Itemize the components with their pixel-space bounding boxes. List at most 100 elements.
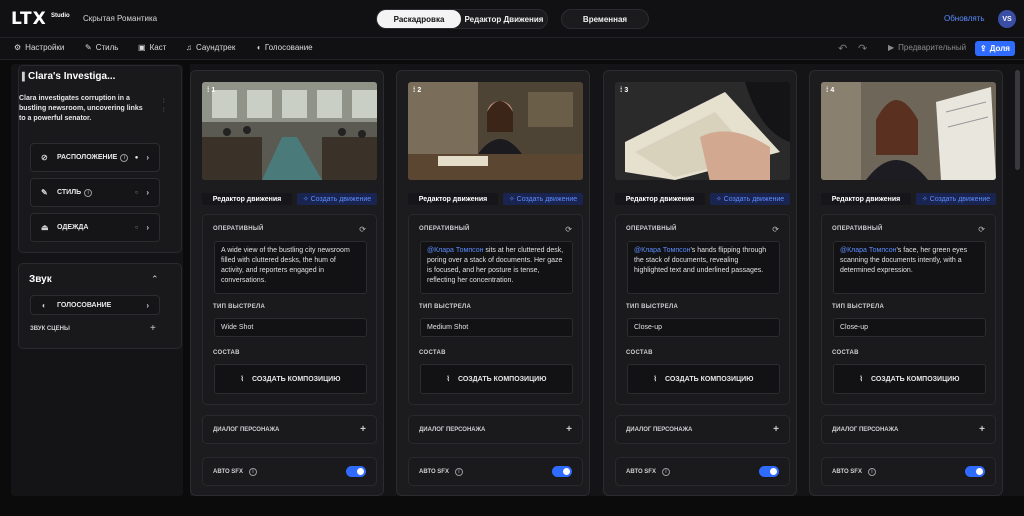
style-button[interactable]: ✎ Стиль <box>85 43 118 52</box>
character-dialog-row[interactable]: ДИАЛОГ ПЕРСОНАЖА + <box>821 415 996 444</box>
info-icon[interactable]: i <box>120 153 129 162</box>
create-composition-button[interactable]: ⌇ СОЗДАТЬ КОМПОЗИЦИЮ <box>627 364 780 394</box>
drag-handle-icon[interactable]: ⁞ <box>413 87 415 94</box>
create-motion-button[interactable]: ✧ Создать движение <box>297 193 377 205</box>
brush-icon: ✎ <box>41 188 48 197</box>
add-scene-sound-button[interactable]: + <box>150 323 156 334</box>
vertical-scrollbar[interactable] <box>1015 70 1020 170</box>
voiceover-row[interactable]: ◖ ГОЛОСОВАНИЕ › <box>30 295 160 315</box>
drag-handle-icon[interactable]: ⁞ <box>620 87 622 94</box>
tab-timeline[interactable]: Временная <box>561 9 649 29</box>
sidebar-item-wardrobe[interactable]: ⏏ ОДЕЖДА ○ › <box>30 213 160 242</box>
create-motion-button[interactable]: ✧ Создать движение <box>710 193 790 205</box>
sparkle-icon: ✧ <box>715 196 724 203</box>
redo-icon[interactable]: ↷ <box>858 42 867 55</box>
share-button[interactable]: ⇪ Доля <box>975 41 1015 56</box>
drag-handle-icon[interactable]: ⁞ <box>207 87 209 94</box>
regenerate-icon[interactable]: ⟳ <box>565 225 572 234</box>
shot-card[interactable]: ⁞ 1 Редактор движения ✧ Создать движение … <box>190 70 384 496</box>
character-dialog-row[interactable]: ДИАЛОГ ПЕРСОНАЖА + <box>615 415 790 444</box>
chevron-right-icon: › <box>146 300 149 310</box>
project-title[interactable]: Скрытая Романтика <box>83 14 157 23</box>
shot-type-field[interactable]: Close-up <box>627 318 780 337</box>
shot-thumbnail[interactable]: ⁞ 1 <box>202 82 377 180</box>
character-dialog-row[interactable]: ДИАЛОГ ПЕРСОНАЖА + <box>202 415 377 444</box>
scene-title[interactable]: Clara's Investiga... <box>28 71 115 82</box>
tab-motion-editor[interactable]: Редактор Движения <box>461 10 547 28</box>
logo-studio-text: Studio <box>51 13 70 19</box>
info-icon[interactable]: i <box>454 467 463 476</box>
ltx-logo[interactable]: LTX <box>11 9 47 29</box>
shot-thumbnail[interactable]: ⁞ 4 <box>821 82 996 180</box>
info-icon[interactable]: i <box>84 188 93 197</box>
shot-type-field[interactable]: Close-up <box>833 318 986 337</box>
prompt-textarea[interactable]: @Клара Томпсон sits at her cluttered des… <box>420 241 573 294</box>
character-mention[interactable]: @Клара Томпсон <box>427 247 483 254</box>
prompt-heading: ОПЕРАТИВНЫЙ <box>626 226 677 232</box>
edit-motion-button[interactable]: Редактор движения <box>202 193 292 205</box>
add-icon[interactable]: + <box>979 424 985 435</box>
prompt-textarea[interactable]: @Клара Томпсон's hands flipping through … <box>627 241 780 294</box>
shot-type-heading: ТИП ВЫСТРЕЛА <box>832 304 885 310</box>
avatar[interactable]: VS <box>998 10 1016 28</box>
shot-thumbnail[interactable]: ⁞ 2 <box>408 82 583 180</box>
drag-handle-icon[interactable]: ⁞ ⁞ <box>163 98 165 116</box>
add-icon[interactable]: + <box>773 424 779 435</box>
add-icon[interactable]: + <box>360 424 366 435</box>
create-motion-button[interactable]: ✧ Создать движение <box>916 193 996 205</box>
shot-type-field[interactable]: Wide Shot <box>214 318 367 337</box>
shot-card[interactable]: ⁞ 2 Редактор движения ✧ Создать движение … <box>396 70 590 496</box>
edit-motion-button[interactable]: Редактор движения <box>408 193 498 205</box>
undo-icon[interactable]: ↶ <box>838 42 847 55</box>
collapse-handle-icon[interactable]: ▐ <box>19 72 25 81</box>
upgrade-link[interactable]: Обновлять <box>944 14 985 23</box>
sidebar-item-style[interactable]: ✎ СТИЛЬ i ○ › <box>30 178 160 207</box>
auto-sfx-toggle[interactable] <box>552 466 572 477</box>
add-icon[interactable]: + <box>566 424 572 435</box>
sparkle-icon: ✧ <box>508 196 517 203</box>
auto-sfx-toggle[interactable] <box>346 466 366 477</box>
create-composition-button[interactable]: ⌇ СОЗДАТЬ КОМПОЗИЦИЮ <box>833 364 986 394</box>
shot-card[interactable]: ⁞ 3 Редактор движения ✧ Создать движение … <box>603 70 797 496</box>
voice-icon: ◖ <box>256 43 261 52</box>
settings-button[interactable]: ⚙ Настройки <box>14 43 64 52</box>
create-composition-button[interactable]: ⌇ СОЗДАТЬ КОМПОЗИЦИЮ <box>420 364 573 394</box>
regenerate-icon[interactable]: ⟳ <box>359 225 366 234</box>
drag-handle-icon[interactable]: ⁞ <box>826 87 828 94</box>
create-composition-button[interactable]: ⌇ СОЗДАТЬ КОМПОЗИЦИЮ <box>214 364 367 394</box>
chevron-up-icon[interactable]: ⌃ <box>151 274 159 285</box>
prompt-textarea[interactable]: A wide view of the bustling city newsroo… <box>214 241 367 294</box>
create-motion-button[interactable]: ✧ Создать движение <box>503 193 583 205</box>
info-icon[interactable]: i <box>867 467 876 476</box>
edit-motion-button[interactable]: Редактор движения <box>615 193 705 205</box>
soundtrack-button[interactable]: ♫ Саундтрек <box>186 43 235 52</box>
character-mention[interactable]: @Клара Томпсон <box>634 247 690 254</box>
cast-button[interactable]: ▣ Каст <box>138 43 166 52</box>
preview-button[interactable]: ▶ Предварительный <box>888 43 966 52</box>
sidebar-item-location[interactable]: ⊘ РАСПОЛОЖЕНИЕ i ● › <box>30 143 160 172</box>
info-icon[interactable]: i <box>661 467 670 476</box>
regenerate-icon[interactable]: ⟳ <box>772 225 779 234</box>
scene-description[interactable]: Clara investigates corruption in a bustl… <box>19 94 147 124</box>
voice-icon: ◖ <box>41 300 46 310</box>
shot-type-field[interactable]: Medium Shot <box>420 318 573 337</box>
composition-heading: СОСТАВ <box>213 350 240 356</box>
regenerate-icon[interactable]: ⟳ <box>978 225 985 234</box>
shot-thumbnail[interactable]: ⁞ 3 <box>615 82 790 180</box>
shot-card[interactable]: ⁞ 4 Редактор движения ✧ Создать движение … <box>809 70 1003 496</box>
character-mention[interactable]: @Клара Томпсон <box>840 247 896 254</box>
sparkle-icon: ✧ <box>921 196 930 203</box>
tab-storyboard[interactable]: Раскадровка <box>377 10 461 28</box>
scene-sound-label: ЗВУК СЦЕНЫ <box>30 326 70 332</box>
prompt-heading: ОПЕРАТИВНЫЙ <box>419 226 470 232</box>
character-dialog-row[interactable]: ДИАЛОГ ПЕРСОНАЖА + <box>408 415 583 444</box>
voiceover-button[interactable]: ◖ Голосование <box>256 43 313 52</box>
prompt-heading: ОПЕРАТИВНЫЙ <box>213 226 264 232</box>
toolbar: ⚙ Настройки ✎ Стиль ▣ Каст ♫ Саундтрек ◖ Голо… <box>0 38 1024 60</box>
auto-sfx-toggle[interactable] <box>965 466 985 477</box>
prompt-textarea[interactable]: @Клара Томпсон's face, her green eyes sc… <box>833 241 986 294</box>
edit-motion-button[interactable]: Редактор движения <box>821 193 911 205</box>
info-icon[interactable]: i <box>248 467 257 476</box>
auto-sfx-toggle[interactable] <box>759 466 779 477</box>
composition-heading: СОСТАВ <box>832 350 859 356</box>
